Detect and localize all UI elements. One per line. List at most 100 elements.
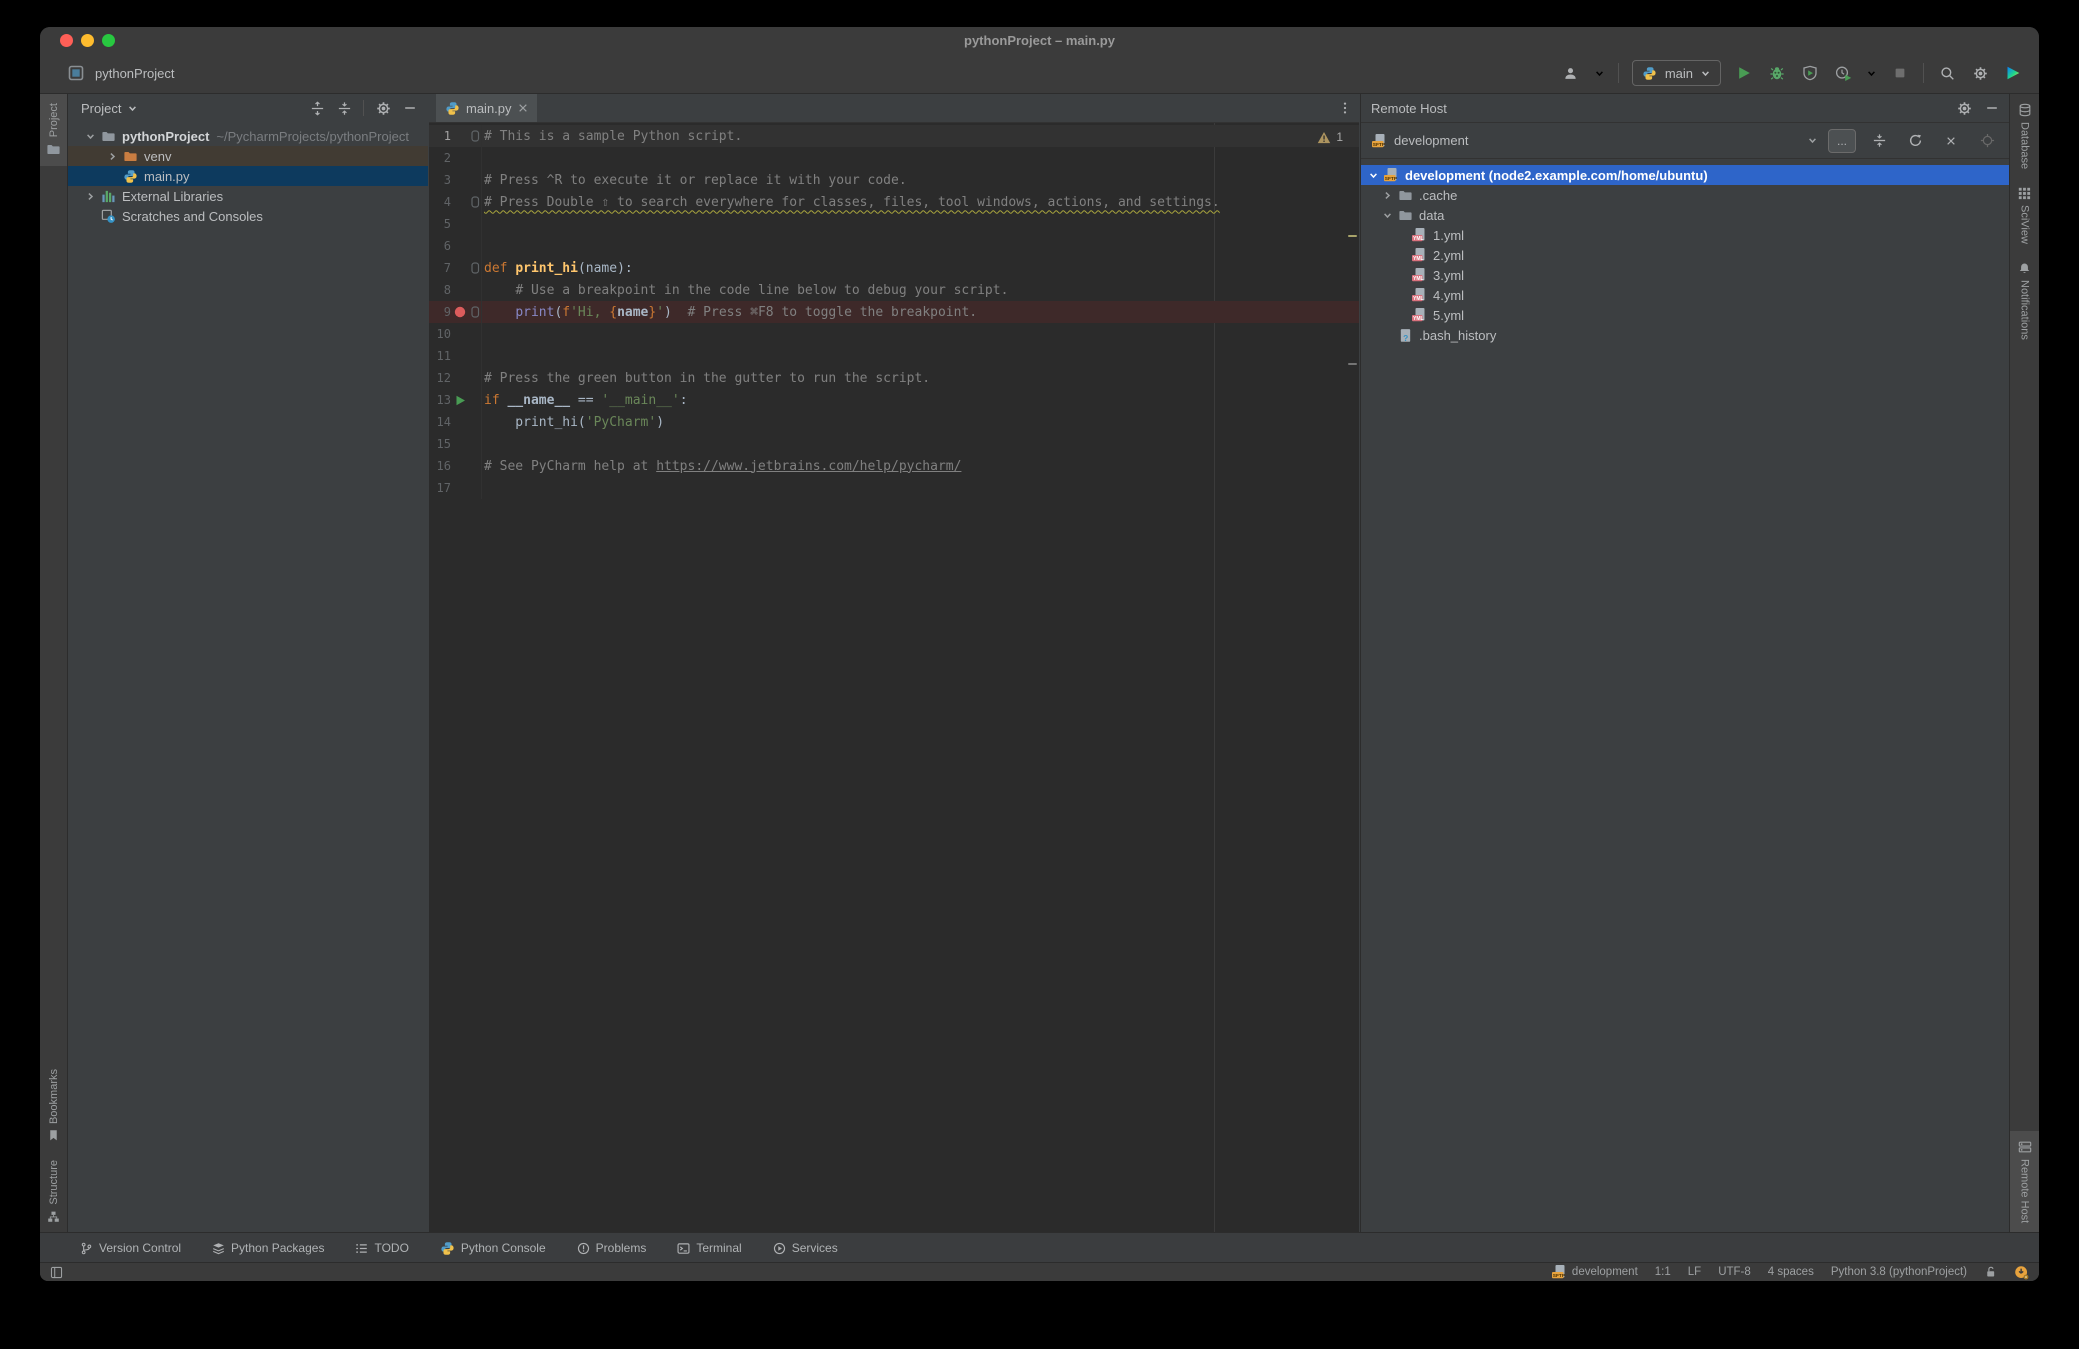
code-text[interactable]: print(f 'Hi, {name} ') # Press ⌘F8 to togg… — [481, 301, 1359, 323]
tab-options-icon[interactable] — [1338, 94, 1352, 122]
fold-marker-icon[interactable] — [469, 191, 481, 213]
remote-row-5-yml[interactable]: YML 5.yml — [1361, 305, 2010, 325]
close-tab-icon[interactable] — [518, 103, 528, 113]
run-line-icon[interactable] — [451, 389, 469, 411]
project-row-external-libraries[interactable]: External Libraries — [68, 186, 428, 206]
remote-row-cache[interactable]: .cache — [1361, 185, 2010, 205]
line-number[interactable]: 1 — [429, 129, 451, 143]
error-stripe-mark[interactable] — [1348, 235, 1357, 237]
code-text[interactable] — [481, 213, 1359, 235]
code-text[interactable]: # Press Double ⇧ to search everywhere fo… — [481, 191, 1359, 213]
remote-row-bash-history[interactable]: ? .bash_history — [1361, 325, 2010, 345]
status-line-ending[interactable]: LF — [1688, 1266, 1701, 1278]
line-number[interactable]: 9 — [429, 305, 451, 319]
status-indent[interactable]: 4 spaces — [1768, 1266, 1814, 1278]
line-number[interactable]: 14 — [429, 415, 451, 429]
tool-window-button-todo[interactable]: TODO — [355, 1241, 409, 1255]
refresh-button[interactable] — [1902, 130, 1928, 152]
hide-panel-button[interactable] — [402, 100, 418, 116]
update-notification-icon[interactable] — [2014, 1265, 2029, 1280]
chevron-right-icon[interactable] — [82, 191, 99, 202]
profiler-button[interactable] — [1833, 63, 1853, 83]
remote-row-3-yml[interactable]: YML 3.yml — [1361, 265, 2010, 285]
browse-remote-button[interactable]: ... — [1828, 128, 1856, 153]
line-number[interactable]: 17 — [429, 481, 451, 495]
project-breadcrumb[interactable]: pythonProject — [95, 66, 175, 81]
status-interpreter[interactable]: Python 3.8 (pythonProject) — [1831, 1266, 1967, 1278]
remote-options-button[interactable] — [1956, 100, 1972, 116]
collapse-all-button[interactable] — [1866, 130, 1892, 152]
code-text[interactable] — [481, 433, 1359, 455]
status-caret-position[interactable]: 1:1 — [1655, 1266, 1671, 1278]
line-number[interactable]: 13 — [429, 393, 451, 407]
stripe-item-bookmarks[interactable]: Bookmarks — [40, 1060, 67, 1151]
line-number[interactable]: 6 — [429, 239, 451, 253]
line-number[interactable]: 10 — [429, 327, 451, 341]
code-text[interactable]: # Use a breakpoint in the code line belo… — [481, 279, 1359, 301]
project-panel-title[interactable]: Project — [81, 101, 121, 116]
project-row-pythonproject[interactable]: pythonProject ~/PycharmProjects/pythonPro… — [68, 126, 428, 146]
project-row-venv[interactable]: venv — [68, 146, 428, 166]
line-number[interactable]: 16 — [429, 459, 451, 473]
code-text[interactable] — [481, 235, 1359, 257]
chevron-down-icon[interactable] — [127, 103, 138, 114]
settings-button[interactable] — [1970, 63, 1990, 83]
server-combo[interactable]: SFTP development — [1371, 133, 1818, 149]
chevron-down-icon[interactable] — [1365, 170, 1382, 181]
stripe-item-remote-host[interactable]: Remote Host — [2010, 1130, 2039, 1232]
line-number[interactable]: 7 — [429, 261, 451, 275]
code-text[interactable]: # This is a sample Python script. — [481, 125, 1359, 147]
code-text[interactable]: # Press ^R to execute it or replace it w… — [481, 169, 1359, 191]
stripe-item-structure[interactable]: Structure — [40, 1151, 67, 1232]
tool-window-button-python-console[interactable]: Python Console — [440, 1241, 546, 1256]
stripe-item-project[interactable]: Project — [40, 94, 67, 167]
remote-row-2-yml[interactable]: YML 2.yml — [1361, 245, 2010, 265]
code-text[interactable]: if __name__ == '__main__': — [481, 389, 1359, 411]
collapse-all-button[interactable] — [336, 100, 352, 116]
fold-marker-icon[interactable] — [469, 301, 481, 323]
code-text[interactable] — [481, 323, 1359, 345]
readonly-toggle-icon[interactable] — [1984, 1265, 1997, 1279]
code-text[interactable]: print_hi('PyCharm') — [481, 411, 1359, 433]
code-text[interactable]: # Press the green button in the gutter t… — [481, 367, 1359, 389]
run-with-coverage-button[interactable] — [1800, 63, 1820, 83]
code-with-me-icon[interactable] — [1561, 63, 1581, 83]
code-text[interactable] — [481, 345, 1359, 367]
hide-panel-button[interactable] — [1984, 100, 2000, 116]
line-number[interactable]: 4 — [429, 195, 451, 209]
inspection-widget[interactable]: 1 — [1317, 130, 1343, 144]
chevron-right-icon[interactable] — [104, 151, 121, 162]
chevron-down-icon[interactable] — [1866, 68, 1877, 79]
expand-all-button[interactable] — [309, 100, 325, 116]
chevron-right-icon[interactable] — [1379, 190, 1396, 201]
remote-row-4-yml[interactable]: YML 4.yml — [1361, 285, 2010, 305]
line-number[interactable]: 5 — [429, 217, 451, 231]
stripe-item-database[interactable]: Database — [2010, 94, 2039, 178]
project-row-scratches-and-consoles[interactable]: Scratches and Consoles — [68, 206, 428, 226]
project-row-main-py[interactable]: main.py — [68, 166, 428, 186]
line-number[interactable]: 2 — [429, 151, 451, 165]
debug-button[interactable] — [1767, 63, 1787, 83]
fold-marker-icon[interactable] — [469, 257, 481, 279]
chevron-down-icon[interactable] — [1379, 210, 1396, 221]
line-number[interactable]: 15 — [429, 437, 451, 451]
tool-window-button-services[interactable]: Services — [773, 1241, 838, 1255]
line-number[interactable]: 3 — [429, 173, 451, 187]
status-encoding[interactable]: UTF-8 — [1718, 1266, 1751, 1278]
line-number[interactable]: 8 — [429, 283, 451, 297]
chevron-down-icon[interactable] — [1594, 68, 1605, 79]
code-text[interactable]: def print_hi (name): — [481, 257, 1359, 279]
code-text[interactable]: # See PyCharm help at https://www.jetbra… — [481, 455, 1359, 477]
stripe-item-sciview[interactable]: SciView — [2010, 178, 2039, 253]
run-button[interactable] — [1734, 63, 1754, 83]
code-text[interactable] — [481, 477, 1359, 499]
remote-row-data[interactable]: data — [1361, 205, 2010, 225]
run-config-combo[interactable]: main — [1631, 60, 1721, 86]
tool-window-button-version-control[interactable]: Version Control — [80, 1241, 181, 1255]
editor-body[interactable]: 1 # This is a sample Python script. 2 3 # Pr… — [429, 123, 1359, 1232]
project-options-button[interactable] — [375, 100, 391, 116]
remote-row-development-node2-example-com-home-ubuntu[interactable]: SFTP development (node2.example.com/home/… — [1361, 165, 2010, 185]
chevron-down-icon[interactable] — [82, 131, 99, 142]
error-stripe-mark[interactable] — [1348, 363, 1357, 365]
tool-window-button-terminal[interactable]: Terminal — [677, 1241, 742, 1255]
